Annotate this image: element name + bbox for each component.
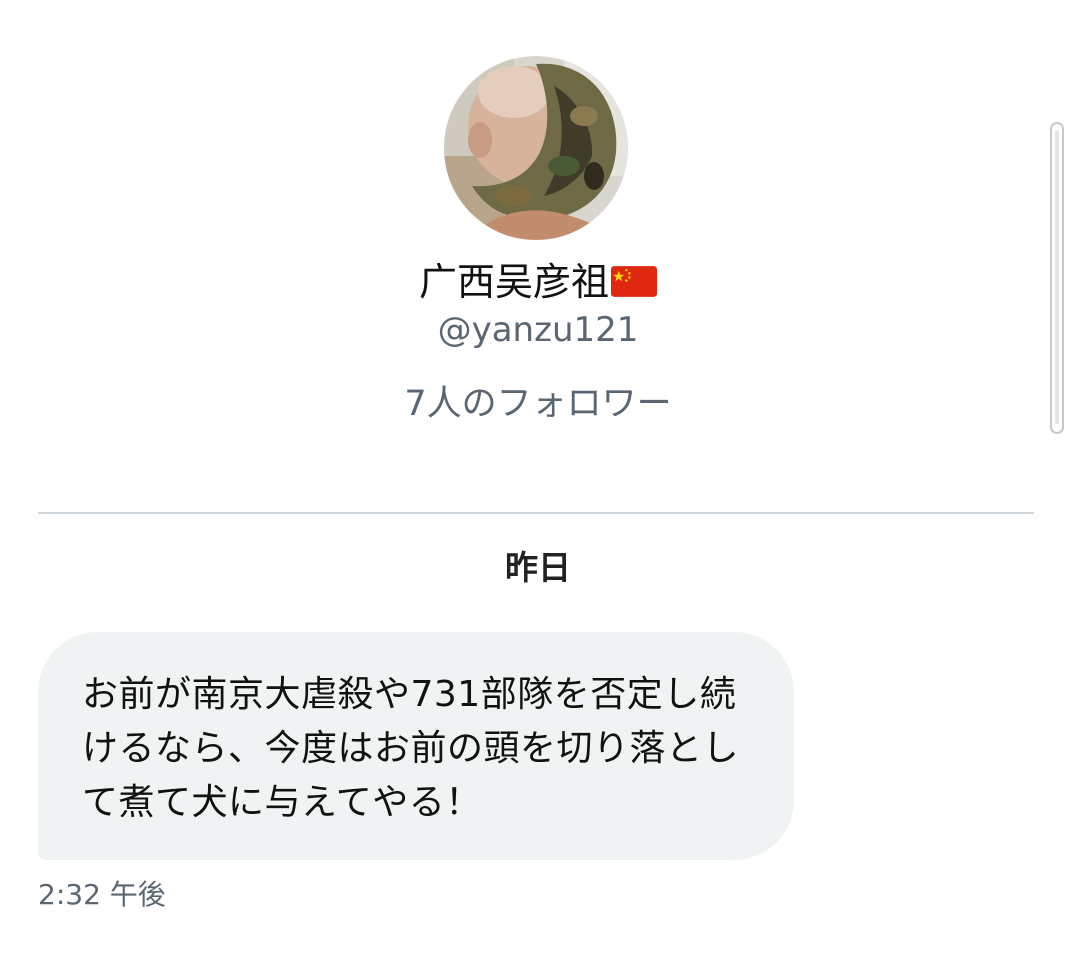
followers-count[interactable]: 7人のフォロワー bbox=[0, 380, 1076, 428]
profile-handle[interactable]: @yanzu121 bbox=[0, 308, 1076, 352]
date-separator: 昨日 bbox=[505, 548, 571, 587]
message-bubble[interactable]: お前が南京大虐殺や731部隊を否定し続けるなら、今度はお前の頭を切り落として煮て… bbox=[38, 632, 794, 860]
message-text: お前が南京大虐殺や731部隊を否定し続けるなら、今度はお前の頭を切り落として煮て… bbox=[82, 674, 740, 823]
profile-display-name[interactable]: 广西吴彦祖 bbox=[0, 258, 1076, 306]
china-flag-icon bbox=[611, 266, 657, 297]
scrollbar-thumb[interactable] bbox=[1055, 130, 1059, 424]
divider bbox=[38, 512, 1034, 514]
dm-conversation-screen: 广西吴彦祖 @yanzu121 7人のフォロワー 昨日 お前が南京大虐殺や731… bbox=[0, 0, 1076, 958]
avatar[interactable] bbox=[444, 56, 628, 240]
display-name-text: 广西吴彦祖 bbox=[418, 260, 609, 304]
scrollbar[interactable] bbox=[1050, 122, 1064, 434]
message-timestamp: 2:32 午後 bbox=[38, 878, 166, 911]
avatar-photo bbox=[444, 56, 628, 240]
